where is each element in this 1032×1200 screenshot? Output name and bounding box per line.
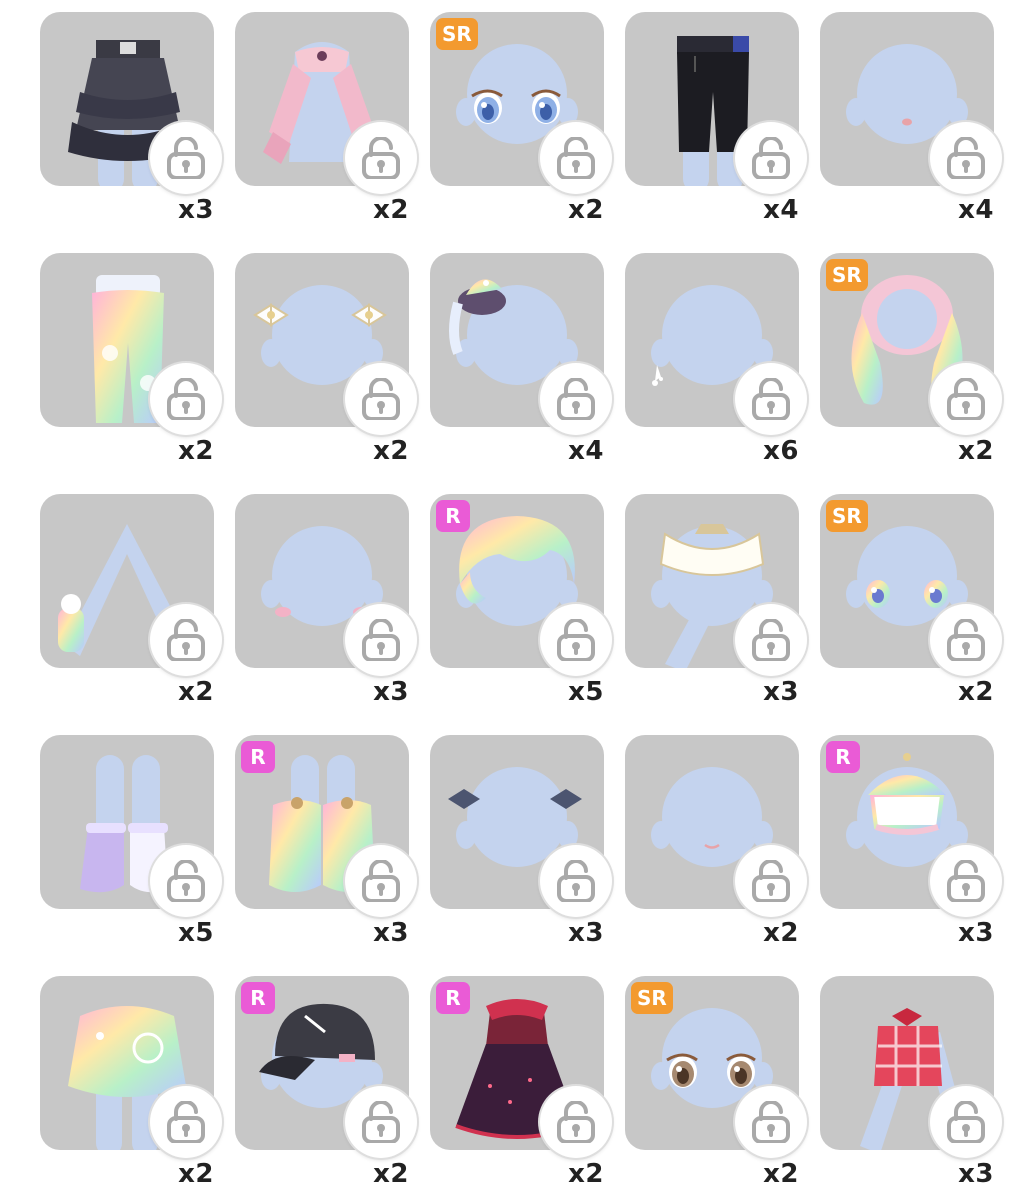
item-cell-rainbow-cloud-pants[interactable]: x2	[40, 253, 222, 473]
unlock-button[interactable]	[540, 1086, 612, 1158]
item-cell-cheek-blush[interactable]: x3	[235, 494, 417, 714]
unlock-button[interactable]	[150, 363, 222, 435]
unlock-button[interactable]	[930, 604, 1002, 676]
item-cell-pink-ribbon-sleeves[interactable]: x2	[235, 12, 417, 232]
item-count: x2	[568, 1159, 604, 1189]
item-count: x2	[178, 436, 214, 466]
item-count: x2	[568, 195, 604, 225]
item-cell-star-earring[interactable]: x6	[625, 253, 807, 473]
rarity-badge: SR	[826, 500, 868, 532]
item-count: x3	[178, 195, 214, 225]
item-cell-rainbow-short-hair[interactable]: Rx5	[430, 494, 612, 714]
item-cell-pink-pastel-twintail-hair[interactable]: SR x2	[820, 253, 1002, 473]
unlock-button[interactable]	[540, 363, 612, 435]
item-cell-black-pants[interactable]: x4	[625, 12, 807, 232]
item-count: x4	[568, 436, 604, 466]
item-count: x3	[958, 918, 994, 948]
unlock-button[interactable]	[150, 845, 222, 917]
rarity-badge: R	[241, 982, 275, 1014]
unlock-button[interactable]	[345, 363, 417, 435]
item-count: x2	[373, 195, 409, 225]
rarity-badge: SR	[436, 18, 478, 50]
item-count: x4	[958, 195, 994, 225]
unlock-button[interactable]	[345, 1086, 417, 1158]
item-cell-rainbow-cuffs[interactable]: x2	[40, 494, 222, 714]
unlock-button[interactable]	[540, 845, 612, 917]
item-cell-brown-eyes[interactable]: SR x2	[625, 976, 807, 1196]
unlock-button[interactable]	[150, 1086, 222, 1158]
item-cell-smile-mouth[interactable]: x2	[625, 735, 807, 955]
item-cell-red-plaid-top[interactable]: x3	[820, 976, 1002, 1196]
item-count: x2	[763, 1159, 799, 1189]
unlock-button[interactable]	[735, 1086, 807, 1158]
item-count: x2	[373, 1159, 409, 1189]
rarity-badge: R	[436, 500, 470, 532]
item-count: x4	[763, 195, 799, 225]
item-cell-dark-bow-clips[interactable]: x3	[430, 735, 612, 955]
item-grid: x3 x2 SR x2 x4 x4 x2 x2 x4 x6 SR x2 x2 x3 Rx5 x3 SR x2 x5…	[0, 0, 1032, 1200]
item-cell-rainbow-galaxy-eyes[interactable]: SR x2	[820, 494, 1002, 714]
rarity-badge: R	[241, 741, 275, 773]
unlock-button[interactable]	[345, 604, 417, 676]
item-cell-pastel-ruffle-socks[interactable]: Rx3	[235, 735, 417, 955]
item-count: x3	[373, 677, 409, 707]
unlock-button[interactable]	[540, 122, 612, 194]
item-count: x3	[373, 918, 409, 948]
unlock-button[interactable]	[930, 122, 1002, 194]
item-cell-black-ruffle-skirt[interactable]: x3	[40, 12, 222, 232]
item-count: x3	[763, 677, 799, 707]
item-count: x2	[958, 677, 994, 707]
item-count: x2	[178, 1159, 214, 1189]
rarity-badge: R	[826, 741, 860, 773]
item-cell-small-mouth[interactable]: x4	[820, 12, 1002, 232]
unlock-button[interactable]	[345, 845, 417, 917]
item-cell-blue-eyes[interactable]: SR x2	[430, 12, 612, 232]
item-count: x5	[178, 918, 214, 948]
unlock-button[interactable]	[345, 122, 417, 194]
unlock-button[interactable]	[540, 604, 612, 676]
item-count: x2	[178, 677, 214, 707]
unlock-button[interactable]	[930, 363, 1002, 435]
item-cell-white-collar-cape[interactable]: x3	[625, 494, 807, 714]
item-count: x5	[568, 677, 604, 707]
unlock-button[interactable]	[930, 845, 1002, 917]
unlock-button[interactable]	[930, 1086, 1002, 1158]
item-cell-red-polka-dress[interactable]: Rx2	[430, 976, 612, 1196]
rarity-badge: SR	[826, 259, 868, 291]
item-cell-white-bow-clips[interactable]: x2	[235, 253, 417, 473]
item-count: x3	[568, 918, 604, 948]
item-count: x2	[763, 918, 799, 948]
unlock-button[interactable]	[735, 604, 807, 676]
rarity-badge: SR	[631, 982, 673, 1014]
item-cell-carousel-hat[interactable]: Rx3	[820, 735, 1002, 955]
item-count: x2	[373, 436, 409, 466]
item-count: x2	[958, 436, 994, 466]
unlock-button[interactable]	[735, 363, 807, 435]
item-cell-pastel-mini-hat[interactable]: x4	[430, 253, 612, 473]
rarity-badge: R	[436, 982, 470, 1014]
item-cell-black-cap[interactable]: Rx2	[235, 976, 417, 1196]
item-count: x3	[958, 1159, 994, 1189]
unlock-button[interactable]	[150, 604, 222, 676]
item-cell-lilac-boots[interactable]: x5	[40, 735, 222, 955]
unlock-button[interactable]	[735, 122, 807, 194]
unlock-button[interactable]	[735, 845, 807, 917]
item-count: x6	[763, 436, 799, 466]
item-cell-carnival-pastel-skirt[interactable]: x2	[40, 976, 222, 1196]
unlock-button[interactable]	[150, 122, 222, 194]
